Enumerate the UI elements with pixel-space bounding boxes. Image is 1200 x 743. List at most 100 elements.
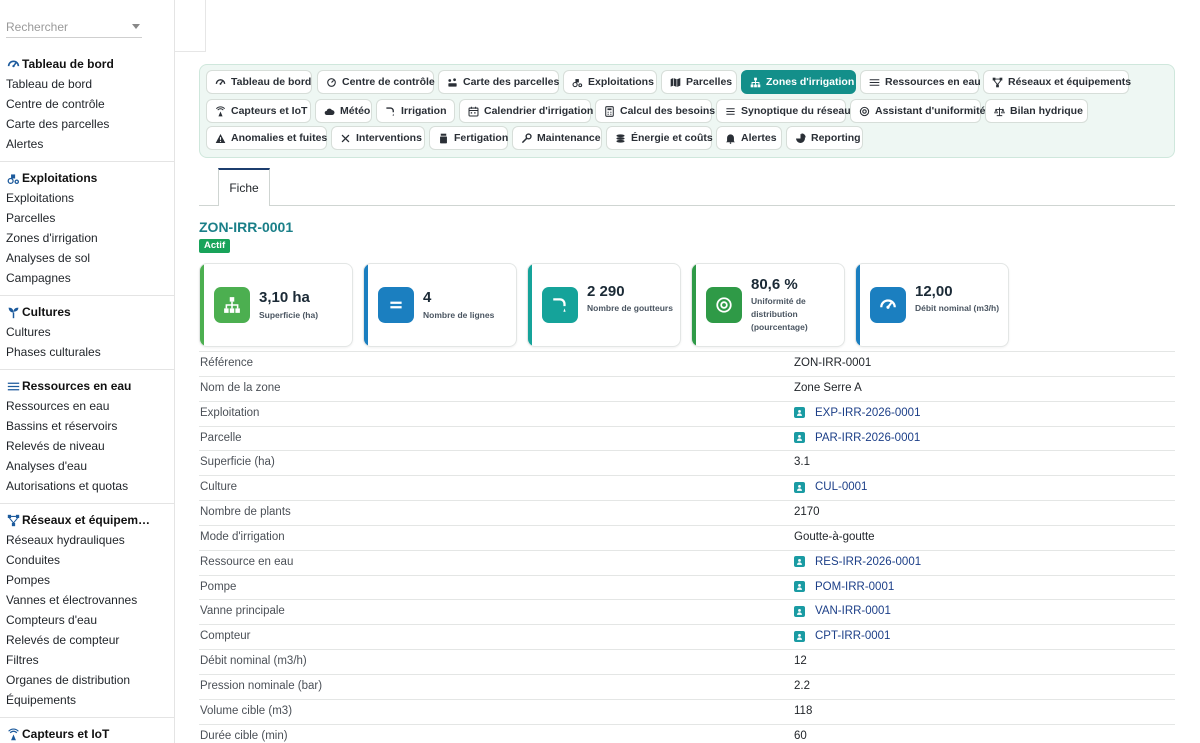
- calendar-icon: [468, 105, 479, 117]
- sidebar-item[interactable]: Relevés de compteur: [0, 630, 174, 650]
- field-value-text[interactable]: CPT-IRR-0001: [815, 630, 890, 642]
- field-label: Nombre de plants: [200, 506, 291, 519]
- record-link-icon[interactable]: [794, 556, 805, 568]
- field-link[interactable]: POM-IRR-0001: [794, 581, 894, 593]
- toolbar-button[interactable]: Synoptique du réseau: [716, 99, 851, 123]
- sidebar-item[interactable]: Phases culturales: [0, 342, 174, 362]
- record-link-icon[interactable]: [794, 605, 805, 617]
- sidebar-item[interactable]: Centre de contrôle: [0, 94, 174, 114]
- toolbar-button[interactable]: Centre de contrôle: [317, 70, 435, 94]
- toolbar-button[interactable]: Fertigation: [429, 126, 508, 150]
- sidebar-item[interactable]: Réseaux hydrauliques: [0, 530, 174, 550]
- sidebar-item[interactable]: Zones d'irrigation: [0, 228, 174, 248]
- sidebar-item[interactable]: Compteurs d'eau: [0, 610, 174, 630]
- tab-fiche[interactable]: Fiche: [218, 168, 270, 206]
- record-link-icon[interactable]: [794, 481, 805, 493]
- sidebar-section-label: Ressources en eau: [22, 379, 132, 393]
- toolbar-button-label: Réseaux et équipements: [1008, 76, 1132, 88]
- faucet-icon: [542, 287, 578, 323]
- field-link[interactable]: EXP-IRR-2026-0001: [794, 407, 920, 419]
- toolbar-button[interactable]: Énergie et coûts: [606, 126, 713, 150]
- toolbar-button[interactable]: Maintenance: [512, 126, 602, 150]
- search-input[interactable]: Rechercher: [6, 18, 142, 38]
- toolbar-button[interactable]: Parcelles: [661, 70, 737, 94]
- toolbar-button[interactable]: Exploitations: [563, 70, 657, 94]
- sidebar-item[interactable]: Campagnes: [0, 268, 174, 288]
- sidebar-item[interactable]: Ressources en eau: [0, 396, 174, 416]
- toolbar-button-label: Parcelles: [686, 76, 733, 88]
- toolbar-button[interactable]: Calendrier d'irrigation: [459, 99, 594, 123]
- network-icon: [992, 76, 1003, 88]
- sidebar-item[interactable]: Vannes et électrovannes: [0, 590, 174, 610]
- water-icon: [869, 76, 880, 88]
- field-link[interactable]: RES-IRR-2026-0001: [794, 556, 921, 568]
- record-link-icon[interactable]: [794, 407, 805, 419]
- sidebar-item[interactable]: Organes de distribution: [0, 670, 174, 690]
- sidebar-item[interactable]: Analyses de sol: [0, 248, 174, 268]
- sidebar-item[interactable]: Parcelles: [0, 208, 174, 228]
- toolbar-button[interactable]: Capteurs et IoT: [206, 99, 311, 123]
- sidebar-item[interactable]: Relevés de niveau: [0, 436, 174, 456]
- field-label: Débit nominal (m3/h): [200, 655, 307, 668]
- sidebar-item[interactable]: Tableau de bord: [0, 74, 174, 94]
- sidebar-item[interactable]: Pompes: [0, 570, 174, 590]
- toolbar-button-label: Fertigation: [454, 132, 509, 144]
- toolbar-button[interactable]: Météo: [315, 99, 372, 123]
- sidebar-section-title[interactable]: Réseaux et équipem…: [0, 510, 174, 530]
- record-link-icon[interactable]: [794, 581, 805, 593]
- field-link[interactable]: CUL-0001: [794, 481, 867, 493]
- chevron-down-icon[interactable]: [132, 24, 140, 29]
- sidebar-section-title[interactable]: Cultures: [0, 302, 174, 322]
- toolbar-button[interactable]: Tableau de bord: [206, 70, 312, 94]
- toolbar-button[interactable]: Anomalies et fuites: [206, 126, 327, 150]
- sidebar-item[interactable]: Exploitations: [0, 188, 174, 208]
- field-value-text[interactable]: CUL-0001: [815, 481, 867, 493]
- sidebar-item[interactable]: Analyses d'eau: [0, 456, 174, 476]
- field-value-text[interactable]: PAR-IRR-2026-0001: [815, 432, 920, 444]
- field-value-text[interactable]: VAN-IRR-0001: [815, 605, 891, 617]
- toolbar-button[interactable]: Ressources en eau: [860, 70, 981, 94]
- pie-icon: [795, 132, 806, 144]
- sidebar-item[interactable]: Cultures: [0, 322, 174, 342]
- toolbar-button[interactable]: Réseaux et équipements: [983, 70, 1132, 94]
- sidebar-section-title[interactable]: Ressources en eau: [0, 376, 174, 396]
- toolbar-button[interactable]: Irrigation: [376, 99, 455, 123]
- sidebar-item[interactable]: Conduites: [0, 550, 174, 570]
- sidebar-item[interactable]: Filtres: [0, 650, 174, 670]
- sidebar-item[interactable]: Carte des parcelles: [0, 114, 174, 134]
- toolbar-button-label: Carte des parcelles: [463, 76, 560, 88]
- toolbar-button-label: Maintenance: [537, 132, 601, 144]
- sidebar-section-title[interactable]: Tableau de bord: [0, 54, 174, 74]
- sensor-icon: [215, 105, 226, 117]
- toolbar-button-label: Bilan hydrique: [1010, 105, 1083, 117]
- field-value-text[interactable]: EXP-IRR-2026-0001: [815, 407, 920, 419]
- sidebar-section-title[interactable]: Capteurs et IoT: [0, 724, 174, 743]
- field-link[interactable]: PAR-IRR-2026-0001: [794, 432, 920, 444]
- field-value-text: 2170: [794, 506, 820, 519]
- record-link-icon[interactable]: [794, 432, 805, 444]
- sidebar: Rechercher Tableau de bord Tableau de bor…: [0, 0, 175, 743]
- record-link-icon[interactable]: [794, 630, 805, 642]
- sidebar-item[interactable]: Équipements: [0, 690, 174, 710]
- toolbar-button[interactable]: Interventions: [331, 126, 425, 150]
- field-value: 118: [794, 705, 812, 717]
- field-value-text[interactable]: POM-IRR-0001: [815, 581, 894, 593]
- toolbar-button[interactable]: Carte des parcelles: [438, 70, 559, 94]
- field-label: Pression nominale (bar): [200, 679, 323, 692]
- field-value-text[interactable]: RES-IRR-2026-0001: [815, 556, 921, 568]
- toolbar-button[interactable]: Zones d'irrigation: [741, 70, 856, 94]
- toolbar-button[interactable]: Calcul des besoins: [595, 99, 715, 123]
- sidebar-item[interactable]: Alertes: [0, 134, 174, 154]
- sidebar-item[interactable]: Bassins et réservoirs: [0, 416, 174, 436]
- field-link[interactable]: CPT-IRR-0001: [794, 630, 890, 642]
- sidebar-item[interactable]: Autorisations et quotas: [0, 476, 174, 496]
- toolbar-button-label: Calendrier d'irrigation: [484, 105, 594, 117]
- toolbar-button[interactable]: Alertes: [716, 126, 782, 150]
- toolbar-button[interactable]: Assistant d'uniformité: [850, 99, 985, 123]
- gauge-icon: [6, 57, 20, 71]
- field-link[interactable]: VAN-IRR-0001: [794, 605, 891, 617]
- sidebar-section-title[interactable]: Exploitations: [0, 168, 174, 188]
- toolbar-button[interactable]: Bilan hydrique: [985, 99, 1088, 123]
- kpi-accent-bar: [692, 264, 696, 346]
- toolbar-button[interactable]: Reporting: [786, 126, 863, 150]
